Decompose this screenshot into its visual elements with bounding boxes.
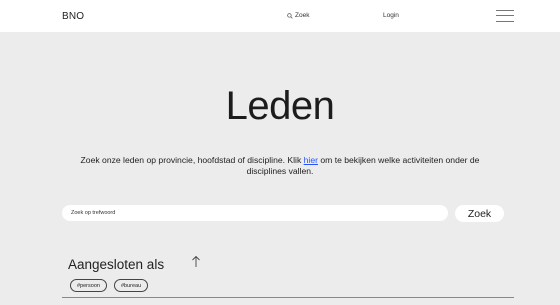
tag-persoon[interactable]: #persoon: [70, 279, 107, 292]
intro-text: Zoek onze leden op provincie, hoofdstad …: [70, 155, 490, 177]
search-link[interactable]: Zoek: [287, 12, 309, 19]
search-link-label: Zoek: [295, 12, 310, 19]
logo[interactable]: BNO: [62, 11, 84, 22]
login-link[interactable]: Login: [383, 12, 399, 19]
filter-section-title: Aangesloten als: [68, 257, 165, 272]
divider: [62, 297, 514, 298]
search-icon: [287, 12, 293, 19]
page-title: Leden: [225, 84, 335, 128]
hamburger-menu-icon[interactable]: [496, 9, 514, 23]
tag-bureau[interactable]: #bureau: [113, 279, 149, 292]
filter-tags: #persoon #bureau: [70, 279, 149, 292]
arrow-up-icon[interactable]: [191, 255, 201, 268]
search-input[interactable]: [62, 205, 448, 221]
search-button[interactable]: Zoek: [455, 205, 504, 222]
intro-text-before: Zoek onze leden op provincie, hoofdstad …: [80, 155, 304, 165]
top-navigation: BNO Zoek Login: [0, 0, 560, 32]
disciplines-link[interactable]: hier: [304, 155, 318, 165]
